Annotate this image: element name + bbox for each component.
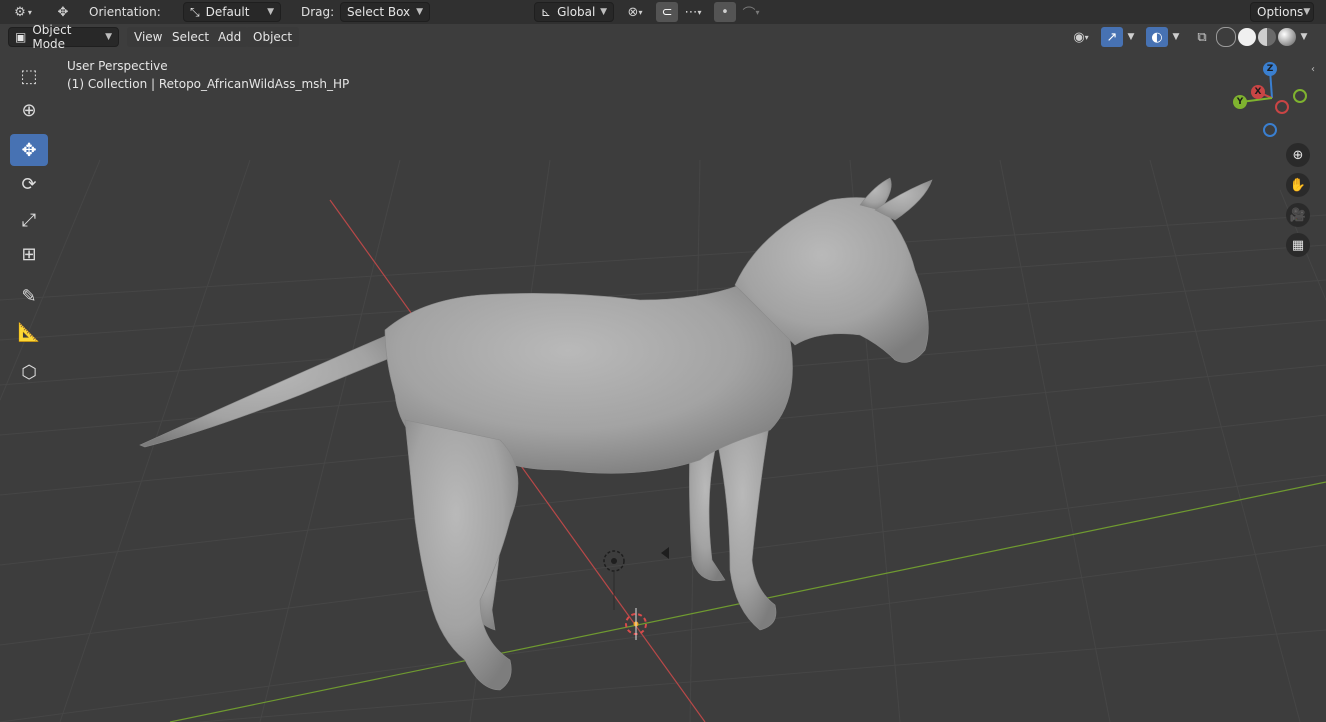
solid-shading-icon[interactable]: [1238, 28, 1256, 46]
orientation-value: Default: [205, 5, 250, 19]
scale-icon[interactable]: ⤢: [10, 204, 48, 236]
chevron-down-icon[interactable]: ▼: [1296, 27, 1312, 47]
gizmo-toggle-icon[interactable]: ↗: [1101, 27, 1123, 47]
chevron-down-icon: ▼: [600, 7, 607, 17]
cursor-icon[interactable]: ⊕: [10, 94, 48, 126]
object-mode-icon: ▣: [15, 30, 27, 44]
mode-value: Object Mode: [32, 23, 72, 51]
menu-view[interactable]: View: [127, 27, 170, 47]
snap-element-icon[interactable]: ⋯ ▾: [678, 2, 708, 22]
options-dropdown[interactable]: Options ▼: [1250, 2, 1314, 22]
chevron-down-icon: ▼: [267, 7, 274, 17]
overlays-toggle-icon[interactable]: ◐: [1146, 27, 1168, 47]
measure-icon[interactable]: 📐: [10, 316, 48, 348]
xray-toggle-icon[interactable]: ⧉: [1191, 27, 1213, 47]
gizmo-neg-x-axis[interactable]: [1275, 100, 1289, 114]
gizmo-y-axis[interactable]: Y: [1233, 95, 1247, 109]
annotate-icon[interactable]: ✎: [10, 280, 48, 312]
chevron-down-icon[interactable]: ▼: [1168, 27, 1184, 47]
drag-value: Select Box: [347, 5, 411, 19]
menu-add[interactable]: Add: [211, 27, 249, 47]
chevron-down-icon: ▼: [1303, 7, 1311, 17]
select-box-icon[interactable]: ⬚: [10, 60, 48, 92]
transform-orientation-value: Global: [557, 5, 596, 19]
tool-options-icon[interactable]: ⚙ ▾: [8, 2, 38, 22]
options-label: Options: [1257, 5, 1304, 19]
drag-label: Drag:: [301, 5, 335, 19]
snap-toggle-icon[interactable]: ⊂: [656, 2, 678, 22]
3d-viewport[interactable]: [0, 0, 1326, 722]
pan-hand-icon[interactable]: ✋: [1286, 173, 1310, 197]
move-icon[interactable]: ✥: [10, 134, 48, 166]
navigation-gizmo[interactable]: Z X Y: [1226, 58, 1316, 138]
rotate-icon[interactable]: ⟳: [10, 168, 48, 200]
chevron-down-icon: ▼: [416, 7, 423, 17]
gizmo-neg-z-axis[interactable]: [1263, 123, 1277, 137]
axis-orientation-icon: ⊾: [541, 5, 552, 19]
orientation-icon: ⤡: [190, 4, 200, 19]
chevron-down-icon[interactable]: ▼: [1123, 27, 1139, 47]
camera-view-icon[interactable]: 🎥: [1286, 203, 1310, 227]
pivot-point-icon[interactable]: ⊗ ▾: [620, 2, 650, 22]
chevron-down-icon: ▼: [105, 32, 112, 42]
orientation-label: Orientation:: [89, 5, 161, 19]
viewport-perspective-label: User Perspective: [67, 59, 168, 73]
menu-select[interactable]: Select: [165, 27, 217, 47]
transform-icon[interactable]: ⊞: [10, 238, 48, 270]
tool-settings-bar: ⚙ ▾ ✥ Orientation: ⤡ Default ▼ Drag: Sele…: [0, 0, 1326, 24]
visibility-icon[interactable]: ◉ ▾: [1066, 27, 1096, 47]
menu-object[interactable]: Object: [246, 27, 300, 47]
gizmo-x-axis[interactable]: X: [1251, 85, 1265, 99]
viewport-collection-label: (1) Collection | Retopo_AfricanWildAss_m…: [67, 77, 350, 91]
proportional-edit-icon[interactable]: •: [714, 2, 736, 22]
gizmo-neg-y-axis[interactable]: [1293, 89, 1307, 103]
move-tool-icon: ✥: [57, 4, 69, 20]
zoom-icon[interactable]: ⊕: [1286, 143, 1310, 167]
material-shading-icon[interactable]: [1258, 28, 1276, 46]
shading-modes: [1216, 27, 1296, 47]
orientation-dropdown[interactable]: ⤡ Default ▼: [183, 2, 281, 22]
transform-orientation-dropdown[interactable]: ⊾ Global ▼: [534, 2, 614, 22]
sidebar-toggle-icon[interactable]: ‹: [1311, 64, 1315, 75]
add-cube-icon[interactable]: ⬡: [10, 356, 48, 388]
viewport-header: ▣ Object Mode ▼ View Select Add Object ◉…: [0, 23, 1326, 51]
rendered-shading-icon[interactable]: [1278, 28, 1296, 46]
mode-dropdown[interactable]: ▣ Object Mode ▼: [8, 23, 119, 51]
falloff-icon[interactable]: ⌒ ▾: [736, 2, 766, 22]
gizmo-z-axis[interactable]: Z: [1263, 62, 1277, 76]
wireframe-shading-icon[interactable]: [1216, 27, 1236, 47]
drag-dropdown[interactable]: Select Box ▼: [340, 2, 430, 22]
perspective-grid-icon[interactable]: ▦: [1286, 233, 1310, 257]
